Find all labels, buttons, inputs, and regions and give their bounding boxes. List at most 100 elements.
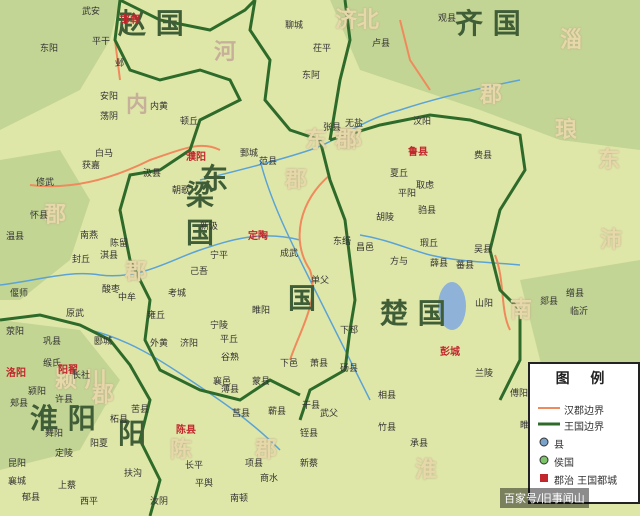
city-dunqiu: 顿丘 [180,117,199,127]
region-jun5-label: 郡 [480,83,503,108]
city-ji2: 己吾 [190,267,209,277]
region-dong2-label: 东 [598,148,621,173]
map-legend: 图 例 汉郡边界 王国边界 县 侯国 郡治 王国都城 [528,362,640,504]
city-dong: 东阳 [40,44,59,54]
city-zhe: 柘县 [110,415,129,425]
kingdom-qi-label: 齐 国 [455,7,521,40]
region-shi-label: 淄 [560,28,583,53]
city-zeng: 缯县 [566,289,585,299]
city-fangyu: 方与 [390,257,409,267]
city-fengqiu: 封丘 [72,255,91,265]
city-ruyin: 汝阴 [150,497,169,507]
city-guan: 观县 [438,14,457,24]
legend-kingdom-border-label: 王国边界 [564,422,604,433]
city-xiangcheng: 襄城 [8,477,27,487]
city-wuyan: 无盐 [345,119,364,129]
city-dinling: 定陵 [55,449,74,459]
city-puyang: 濮阳 [186,152,206,163]
city-huojia: 获嘉 [82,161,101,171]
city-yuncheng: 聊城 [285,21,304,31]
city-yancheng: 郾城 [94,337,113,347]
city-dongwuyang: 东阿 [302,71,321,81]
city-jiyang: 济阳 [180,339,199,349]
region-pei-label: 沛 [600,228,623,253]
city-xiayi: 下邑 [280,359,299,369]
region-jun3-label: 郡 [285,168,308,193]
city-anyang: 安阳 [100,92,119,102]
city-linyi: 临沂 [570,307,589,317]
city-ji: 汲县 [143,169,162,179]
region-jun2-label: 郡 [125,260,148,285]
city-xuchang: 许县 [55,395,74,405]
city-xiang: 襄邑 [213,377,232,387]
region-nei-label: 内 [126,93,149,118]
city-shanyang: 山阳 [475,299,494,309]
city-jiangling: 新蔡 [300,459,319,469]
city-xia: 夏丘 [390,169,409,179]
city-changyi: 昌邑 [356,243,375,253]
city-wai: 外黄 [150,339,169,349]
city-kunyang: 昆阳 [8,459,27,469]
city-chenliu: 陈留 [110,239,129,249]
region-dongjun-label: 东 郡 [305,128,357,153]
city-zhongmou: 中牟 [118,293,137,303]
city-zhi: 铚县 [300,429,319,439]
map-canvas: 赵 国 梁 国 楚 国 齐 国 淮 阳 阳 东 国 河 内 郡 郡 郡 郡 郡 … [0,0,640,516]
region-chenliu-label: 陈 [170,438,193,463]
legend-marquis-label: 侯国 [554,458,574,469]
city-wugu: 吴县 [474,245,493,255]
city-dingtao: 定陶 [248,231,268,242]
city-ju: 莒县 [232,409,251,419]
city-lanling: 兰陵 [475,369,494,379]
city-wuan: 武安 [82,7,101,17]
city-yanzhou: 瑕丘 [420,239,439,249]
city-yanshi: 偃师 [10,289,29,299]
city-yuan: 原武 [66,309,85,319]
city-huai: 怀县 [30,211,49,221]
city-xinji: 新汲 [200,222,219,232]
city-dang: 砀县 [340,364,359,374]
city-chize: 茌平 [313,44,332,54]
legend-marquis-swatch [539,455,549,465]
legend-capital-swatch [540,474,548,482]
city-kao: 考城 [168,289,187,299]
city-wen: 温县 [6,232,25,242]
region-nan-label: 南 [510,298,533,323]
city-lu2: 鲁县 [408,147,428,158]
city-pengcheng: 彭城 [440,347,460,358]
city-neihuang: 内黄 [150,102,169,112]
city-yongqiu: 雍丘 [147,311,166,321]
city-zhang: 张县 [323,123,342,133]
city-huting: 胡陵 [376,213,395,223]
city-fei: 费县 [474,151,493,161]
city-yangxia: 阳夏 [90,439,109,449]
legend-county-label: 县 [554,440,564,451]
city-xiao: 萧县 [310,359,329,369]
city-lu: 卢县 [372,39,391,49]
legend-capital-label: 郡治 王国都城 [554,476,618,487]
city-ningling: 宁陵 [210,321,229,331]
city-zhuxian: 竹县 [378,423,397,433]
city-pingyu: 平舆 [195,479,214,489]
kingdom-chu-label: 楚 国 [380,297,446,330]
city-xiangyi: 相县 [378,391,397,401]
city-luoyang: 洛阳 [6,368,26,379]
city-xue: 薛县 [430,259,449,269]
city-juancheng: 鄄城 [240,149,259,159]
city-yecheng: 邺 [115,59,125,69]
city-nandun: 南顿 [230,494,249,504]
city-shangcai: 上蔡 [58,481,77,491]
city-handan: 邯郸 [120,15,140,26]
city-bo: 薄县 [221,385,240,395]
city-suiyang: 睢阳 [252,306,271,316]
city-wuan2: 平干 [92,37,111,47]
city-shanfu: 单父 [311,276,330,286]
city-zou: 驺县 [418,206,437,216]
region-hanei-label: 河 [214,40,237,65]
region-huai-label: 淮 [415,458,438,483]
city-dongmin: 东缗 [333,237,352,247]
city-dangyin: 荡阴 [100,112,119,122]
city-shangshui: 商水 [260,474,279,484]
region-jibei-label: 济北 [335,8,380,33]
city-chengwu: 成武 [280,249,299,259]
